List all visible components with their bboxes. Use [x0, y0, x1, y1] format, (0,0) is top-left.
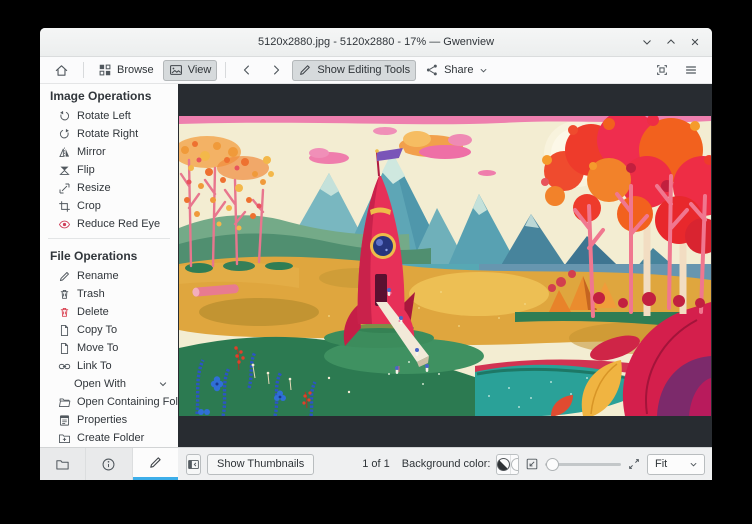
sidebar-separator [48, 238, 170, 240]
pencil-icon [300, 65, 311, 75]
show-thumbnails-button[interactable]: Show Thumbnails [207, 453, 315, 475]
titlebar[interactable]: 5120x2880.jpg - 5120x2880 - 17% — Gwenvi… [40, 28, 712, 57]
link-icon [58, 363, 71, 369]
sidebar-item-flip[interactable]: Flip [40, 161, 178, 179]
zoom-original-icon[interactable] [627, 457, 641, 471]
section-title-file-operations: File Operations [50, 249, 138, 264]
view-label: View [187, 64, 212, 76]
show-editing-tools-label: Show Editing Tools [317, 64, 411, 76]
sidebar-item-create-folder[interactable]: Create Folder [40, 429, 178, 447]
sidebar-item-copy-to[interactable]: Copy To [40, 321, 178, 339]
minimize-icon[interactable] [639, 34, 655, 50]
background-color-swatches [496, 453, 519, 475]
folder-new-icon [59, 433, 70, 443]
trash-icon [60, 289, 69, 299]
mirror-icon [59, 147, 70, 158]
previous-button[interactable] [234, 60, 260, 81]
close-icon[interactable] [687, 34, 703, 50]
toolbar-separator [83, 62, 84, 78]
sidebar-item-crop[interactable]: Crop [40, 197, 178, 215]
background-white-swatch[interactable] [511, 455, 519, 474]
fullscreen-button[interactable] [649, 60, 675, 81]
sidebar-item-resize[interactable]: Resize [40, 179, 178, 197]
view-image-icon [169, 65, 182, 75]
zoom-mode-value: Fit [655, 458, 668, 470]
red-eye-icon [58, 220, 71, 229]
sidebar-item-open-with[interactable]: Open With [40, 375, 178, 393]
info-icon [103, 458, 115, 470]
tab-folders[interactable] [40, 448, 87, 480]
statusbar: Show Thumbnails 1 of 1 Background color:… [178, 447, 712, 480]
chevron-down-icon [159, 382, 167, 387]
sidebar-item-rotate-left[interactable]: Rotate Left [40, 107, 178, 125]
gwenview-window: 5120x2880.jpg - 5120x2880 - 17% — Gwenvi… [40, 28, 712, 480]
main-toolbar: Browse View Show Editing Tools Share [40, 57, 712, 84]
artwork-illustration [179, 115, 711, 416]
home-button[interactable] [48, 60, 75, 81]
chevron-right-icon [274, 65, 280, 75]
background-auto-swatch[interactable] [497, 454, 512, 474]
view-button[interactable]: View [162, 59, 218, 81]
chevron-left-icon [244, 65, 250, 75]
zoom-slider-handle[interactable] [546, 457, 559, 471]
resize-icon [59, 183, 70, 194]
sidebar-item-trash[interactable]: Trash [40, 285, 178, 303]
move-icon [60, 342, 69, 354]
section-title-image-operations: Image Operations [50, 88, 152, 103]
copy-icon [60, 324, 69, 336]
operations-sidebar: Image Operations Rotate Left Rotate Righ… [40, 84, 178, 447]
folder-open-icon [59, 397, 71, 407]
image-counter: 1 of 1 [362, 458, 390, 470]
chevron-down-icon [481, 68, 487, 73]
zoom-fit-icon[interactable] [525, 457, 539, 471]
browse-grid-icon [99, 64, 111, 76]
browse-button[interactable]: Browse [92, 60, 160, 81]
share-label: Share [444, 64, 474, 76]
maximize-icon[interactable] [663, 34, 679, 50]
sidebar-toggle-icon [188, 459, 199, 469]
browse-label: Browse [117, 64, 154, 76]
sidebar-item-link-to[interactable]: Link To [40, 357, 178, 375]
pencil-icon [150, 457, 161, 468]
fullscreen-icon [657, 65, 667, 75]
home-icon [55, 64, 68, 76]
sidebar-item-rotate-right[interactable]: Rotate Right [40, 125, 178, 143]
show-editing-tools-button[interactable]: Show Editing Tools [292, 59, 417, 81]
sidebar-item-rename[interactable]: Rename [40, 267, 178, 285]
delete-icon [60, 307, 69, 317]
tab-information[interactable] [86, 448, 133, 480]
toolbar-separator [225, 62, 227, 78]
sidebar-item-open-containing-folder[interactable]: Open Containing Folder [40, 393, 178, 411]
image-canvas[interactable] [178, 84, 712, 447]
sidebar-item-delete[interactable]: Delete [40, 303, 178, 321]
zoom-slider[interactable] [545, 454, 621, 475]
sidebar-item-properties[interactable]: Properties [40, 411, 178, 429]
share-button[interactable]: Share [419, 60, 495, 81]
rename-icon [59, 271, 69, 281]
folder-icon [56, 459, 69, 470]
tab-operations[interactable] [132, 448, 178, 480]
next-button[interactable] [263, 60, 289, 81]
chevron-down-icon [690, 462, 697, 467]
rotate-right-icon [59, 128, 69, 139]
background-color-label: Background color: [401, 458, 491, 470]
window-title: 5120x2880.jpg - 5120x2880 - 17% — Gwenvi… [257, 36, 495, 48]
flip-icon [59, 166, 70, 175]
share-icon [427, 64, 437, 76]
window-controls [639, 34, 703, 50]
rotate-left-icon [60, 110, 70, 121]
zoom-mode-select[interactable]: Fit [647, 453, 705, 475]
menu-button[interactable] [678, 60, 704, 81]
properties-icon [59, 414, 70, 426]
toggle-sidebar-button[interactable] [186, 453, 201, 475]
sidebar-tabs [40, 447, 178, 480]
hamburger-menu-icon [685, 66, 697, 74]
sidebar-item-reduce-red-eye[interactable]: Reduce Red Eye [40, 215, 178, 233]
crop-icon [59, 201, 70, 212]
sidebar-item-mirror[interactable]: Mirror [40, 143, 178, 161]
sidebar-item-move-to[interactable]: Move To [40, 339, 178, 357]
